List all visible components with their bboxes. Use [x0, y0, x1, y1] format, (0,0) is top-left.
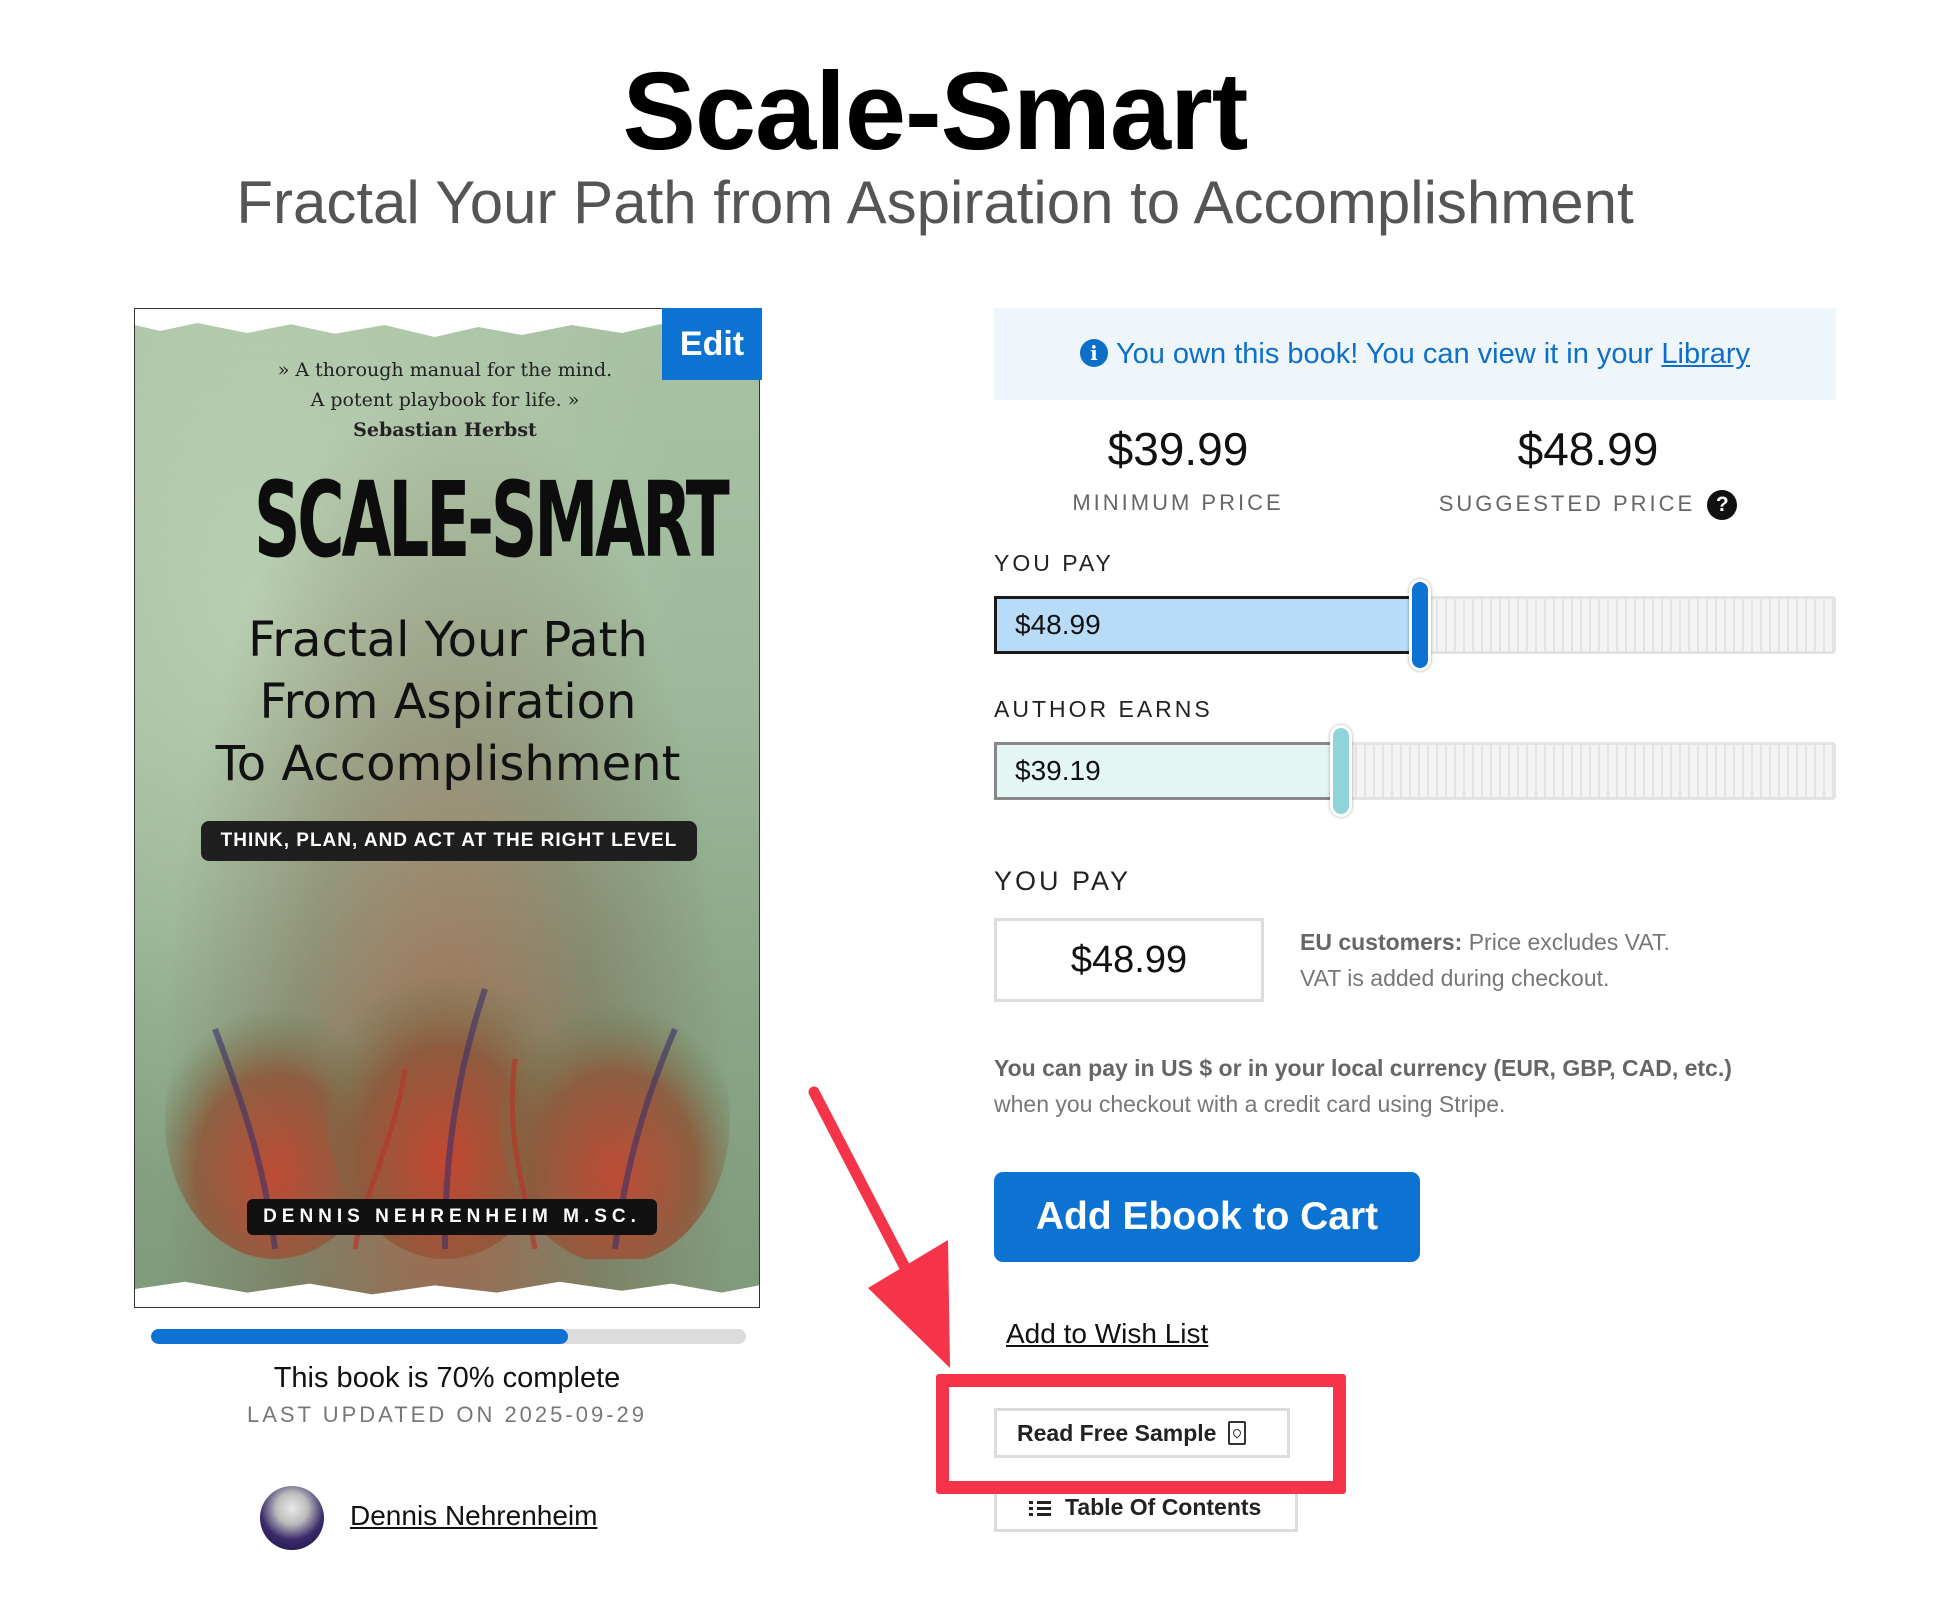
suggested-price-label-row: SUGGESTED PRICE?	[1378, 490, 1798, 520]
library-link[interactable]: Library	[1661, 338, 1750, 370]
completion-progress-bar	[151, 1329, 746, 1344]
completion-text: This book is 70% complete	[273, 1362, 621, 1394]
author-earns-slider[interactable]: $39.19	[994, 725, 1836, 817]
author-earns-slider-label: AUTHOR EARNS	[994, 696, 1213, 722]
vat-note: EU customers: Price excludes VAT. VAT is…	[1300, 924, 1820, 996]
you-pay-slider-value: $48.99	[1015, 609, 1101, 640]
you-pay-amount-input[interactable]: $48.99	[994, 918, 1264, 1002]
cover-quote: » A thorough manual for the mind. A pote…	[215, 355, 675, 445]
suggested-price-label: SUGGESTED PRICE	[1438, 491, 1696, 516]
page-subtitle: Fractal Your Path from Aspiration to Acc…	[236, 169, 1634, 236]
ownership-message: You own this book! You can view it in yo…	[1115, 338, 1662, 370]
cover-quote-author: Sebastian Herbst	[353, 419, 537, 441]
edit-cover-button[interactable]: Edit	[662, 308, 762, 380]
cover-tagline: THINK, PLAN, AND ACT AT THE RIGHT LEVEL	[201, 821, 697, 861]
minimum-price-amount: $39.99	[1107, 423, 1249, 475]
add-to-cart-button[interactable]: Add Ebook to Cart	[994, 1172, 1420, 1262]
table-of-contents-label: Table Of Contents	[1065, 1494, 1262, 1520]
author-avatar[interactable]	[260, 1486, 324, 1550]
vat-note-line2: VAT is added during checkout.	[1300, 965, 1610, 991]
minimum-price-label: MINIMUM PRICE	[1072, 490, 1284, 515]
author-earns-slider-value: $39.19	[1015, 755, 1101, 786]
suggested-price-amount: $48.99	[1517, 423, 1659, 475]
cover-subtitle-line3: To Accomplishment	[215, 736, 681, 792]
help-icon[interactable]: ?	[1707, 490, 1738, 520]
cover-title: SCALE-SMART	[253, 459, 730, 581]
annotation-arrow-icon	[808, 1086, 950, 1368]
cover-subtitle-line1: Fractal Your Path	[248, 612, 648, 668]
cover-subtitle: Fractal Your Path From Aspiration To Acc…	[135, 609, 759, 795]
minimum-price-block: $39.99 MINIMUM PRICE	[968, 422, 1388, 516]
ownership-notice: i You own this book! You can view it in y…	[994, 308, 1836, 400]
annotation-highlight-box	[936, 1374, 1346, 1494]
author-earns-slider-fill: $39.19	[994, 742, 1341, 800]
last-updated-text: LAST UPDATED ON 2025-09-29	[247, 1402, 647, 1427]
completion-progress-fill	[151, 1329, 568, 1344]
cover-torn-edge-bottom	[135, 1281, 759, 1307]
currency-note: You can pay in US $ or in your local cur…	[994, 1050, 1854, 1122]
info-icon: i	[1079, 339, 1108, 367]
currency-note-bold: You can pay in US $ or in your local cur…	[994, 1055, 1732, 1081]
vat-note-bold: EU customers:	[1300, 929, 1463, 955]
cover-author: DENNIS NEHRENHEIM M.SC.	[247, 1199, 657, 1235]
you-pay-slider[interactable]: $48.99	[994, 579, 1836, 671]
book-product-page: Scale-Smart Fractal Your Path from Aspir…	[0, 0, 1944, 1602]
author-link[interactable]: Dennis Nehrenheim	[350, 1500, 597, 1532]
list-icon	[1029, 1501, 1051, 1517]
currency-note-line2: when you checkout with a credit card usi…	[994, 1091, 1506, 1117]
cover-subtitle-line2: From Aspiration	[259, 674, 637, 730]
you-pay-slider-label: YOU PAY	[994, 550, 1114, 576]
book-cover: » A thorough manual for the mind. A pote…	[134, 308, 760, 1308]
you-pay-slider-handle[interactable]	[1409, 579, 1431, 671]
vat-note-line1: Price excludes VAT.	[1462, 929, 1670, 955]
author-earns-slider-handle[interactable]	[1330, 725, 1352, 817]
suggested-price-block: $48.99 SUGGESTED PRICE?	[1378, 422, 1798, 520]
add-to-wish-list-link[interactable]: Add to Wish List	[1006, 1318, 1208, 1350]
you-pay-label: YOU PAY	[994, 866, 1132, 896]
cover-quote-line1: » A thorough manual for the mind.	[277, 359, 613, 381]
cover-quote-line2: A potent playbook for life. »	[310, 389, 580, 411]
page-title: Scale-Smart	[622, 50, 1249, 173]
you-pay-slider-fill: $48.99	[994, 596, 1420, 654]
